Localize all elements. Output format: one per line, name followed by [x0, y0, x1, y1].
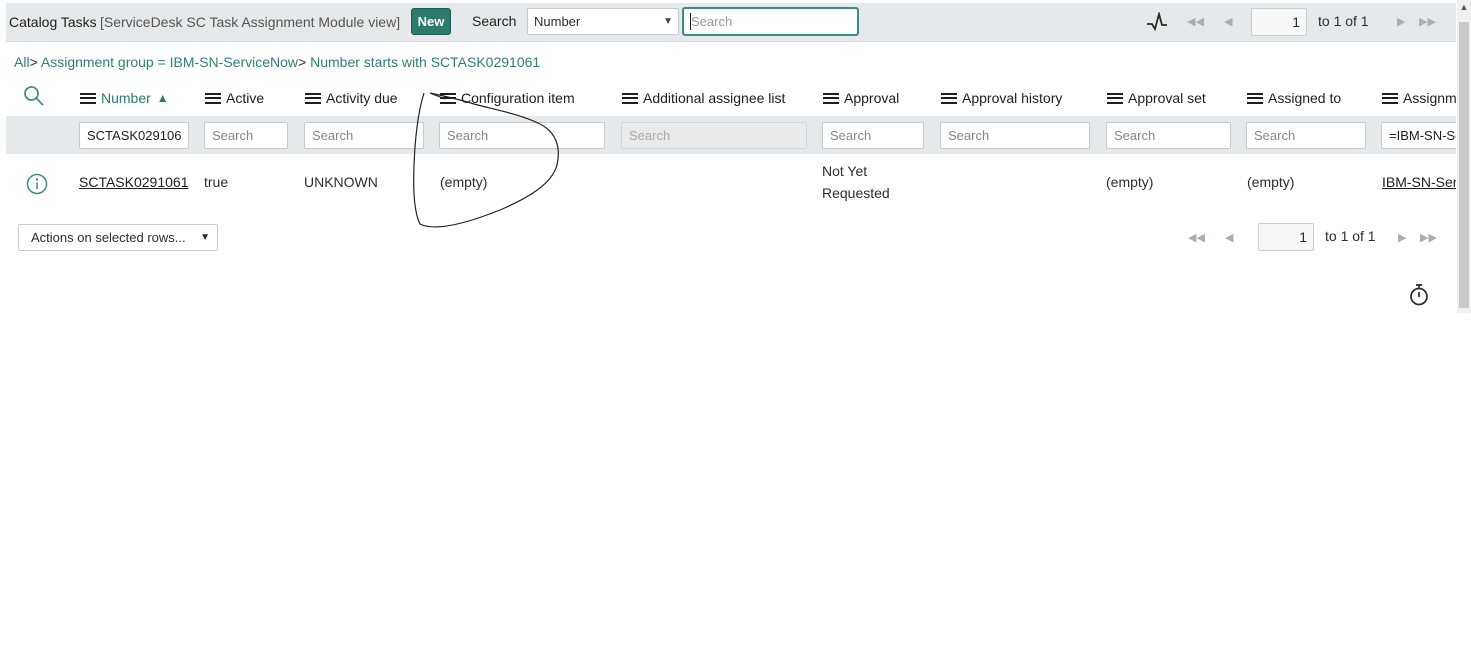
column-header-additional-assignee-list[interactable]: Additional assignee list [622, 90, 785, 106]
column-menu-icon[interactable] [80, 92, 96, 104]
first-page-icon[interactable]: ◀◀ [1188, 231, 1205, 244]
sort-ascending-icon: ▲ [156, 91, 169, 105]
next-page-icon[interactable]: ▶ [1397, 15, 1405, 28]
cell-configuration-item: (empty) [440, 174, 488, 190]
column-menu-icon[interactable] [440, 92, 456, 104]
chevron-down-icon: ▼ [200, 232, 210, 243]
list-search-input[interactable]: Search [682, 7, 859, 36]
column-label: Assigned to [1268, 90, 1342, 106]
filter-active-input[interactable]: Search [204, 122, 288, 149]
filter-activity-due-input[interactable]: Search [304, 122, 424, 149]
search-icon[interactable] [22, 84, 46, 108]
first-page-icon[interactable]: ◀◀ [1187, 15, 1204, 28]
chevron-down-icon: ▼ [663, 16, 673, 27]
breadcrumb-separator: > [298, 54, 307, 70]
cell-approval-line2: Requested [822, 185, 890, 201]
filter-approval-input[interactable]: Search [822, 122, 924, 149]
search-placeholder: Search [691, 14, 733, 29]
last-page-icon[interactable]: ▶▶ [1419, 15, 1436, 28]
column-label: Number [101, 90, 151, 106]
column-label: Assignm [1403, 90, 1456, 106]
filter-assigned-to-input[interactable]: Search [1246, 122, 1366, 149]
column-header-assigned-to[interactable]: Assigned to [1247, 90, 1341, 106]
column-menu-icon[interactable] [1382, 92, 1398, 104]
column-filter-row: SCTASK029106 Search Search Search Search… [6, 116, 1456, 154]
column-header-configuration-item[interactable]: Configuration item [440, 90, 575, 106]
column-label: Approval set [1128, 90, 1206, 106]
new-button[interactable]: New [411, 8, 451, 35]
cell-approval-set: (empty) [1106, 174, 1154, 190]
page-number-input[interactable]: 1 [1251, 8, 1307, 36]
list-view-name: [ServiceDesk SC Task Assignment Module v… [100, 14, 401, 30]
actions-on-selected-rows-select[interactable]: Actions on selected rows... ▼ [18, 224, 218, 251]
next-page-icon[interactable]: ▶ [1398, 231, 1406, 244]
cell-assignment-group-link[interactable]: IBM-SN-Ser [1382, 174, 1456, 190]
text-cursor [690, 13, 691, 30]
filter-configuration-item-input[interactable]: Search [439, 122, 605, 149]
column-menu-icon[interactable] [305, 92, 321, 104]
column-label: Active [226, 90, 265, 106]
column-label: Approval [844, 90, 900, 106]
column-label: Configuration item [461, 90, 575, 106]
page-total: to 1 of 1 [1325, 228, 1376, 244]
column-menu-icon[interactable] [622, 92, 638, 104]
column-menu-icon[interactable] [1247, 92, 1263, 104]
column-label: Approval history [962, 90, 1063, 106]
list-table: Number ▲ Active Activity due Configurati… [6, 80, 1456, 210]
info-icon[interactable] [26, 173, 48, 195]
breadcrumb-all[interactable]: All [14, 54, 30, 70]
page-total: to 1 of 1 [1318, 13, 1369, 29]
search-label: Search [472, 13, 517, 29]
cell-activity-due: UNKNOWN [304, 174, 378, 190]
filter-additional-assignee-input: Search [621, 122, 807, 149]
breadcrumb-number-filter[interactable]: Number starts with SCTASK0291061 [310, 54, 540, 70]
column-menu-icon[interactable] [1107, 92, 1123, 104]
column-header-number[interactable]: Number ▲ [80, 90, 169, 106]
filter-assignment-group-input[interactable]: =IBM-SN-Se [1381, 122, 1456, 149]
breadcrumb-assignment-group[interactable]: Assignment group = IBM-SN-ServiceNow [41, 54, 298, 70]
column-menu-icon[interactable] [823, 92, 839, 104]
cell-approval-line1: Not Yet [822, 163, 868, 179]
search-field-select[interactable]: Number ▼ [527, 8, 679, 35]
breadcrumb-separator: > [29, 54, 38, 70]
column-header-approval-history[interactable]: Approval history [941, 90, 1062, 106]
actions-label: Actions on selected rows... [31, 230, 186, 245]
list-header: Catalog Tasks [ServiceDesk SC Task Assig… [6, 3, 1456, 42]
page-number-input[interactable]: 1 [1258, 223, 1314, 251]
filter-approval-set-input[interactable]: Search [1106, 122, 1231, 149]
column-menu-icon[interactable] [941, 92, 957, 104]
cell-number-link[interactable]: SCTASK0291061 [79, 174, 188, 190]
filter-approval-history-input[interactable]: Search [940, 122, 1090, 149]
column-header-active[interactable]: Active [205, 90, 264, 106]
column-header-approval-set[interactable]: Approval set [1107, 90, 1206, 106]
response-time-icon[interactable] [1408, 283, 1430, 307]
previous-page-icon[interactable]: ◀ [1224, 15, 1232, 28]
previous-page-icon[interactable]: ◀ [1225, 231, 1233, 244]
column-menu-icon[interactable] [205, 92, 221, 104]
scrollbar-thumb[interactable] [1459, 22, 1469, 308]
breadcrumb: All> Assignment group = IBM-SN-ServiceNo… [14, 54, 540, 70]
filter-number-input[interactable]: SCTASK029106 [79, 122, 189, 149]
activity-stream-icon[interactable] [1146, 12, 1168, 32]
cell-active: true [204, 174, 229, 190]
table-row: SCTASK0291061 true UNKNOWN (empty) Not Y… [6, 154, 1456, 210]
column-header-assignment-group[interactable]: Assignm [1382, 90, 1456, 106]
scroll-up-icon[interactable]: ▲ [1457, 2, 1471, 12]
cell-assigned-to: (empty) [1247, 174, 1295, 190]
list-title[interactable]: Catalog Tasks [9, 14, 97, 30]
column-header-activity-due[interactable]: Activity due [305, 90, 398, 106]
search-field-value: Number [534, 14, 581, 29]
column-header-approval[interactable]: Approval [823, 90, 899, 106]
column-label: Activity due [326, 90, 398, 106]
last-page-icon[interactable]: ▶▶ [1420, 231, 1437, 244]
column-label: Additional assignee list [643, 90, 786, 106]
